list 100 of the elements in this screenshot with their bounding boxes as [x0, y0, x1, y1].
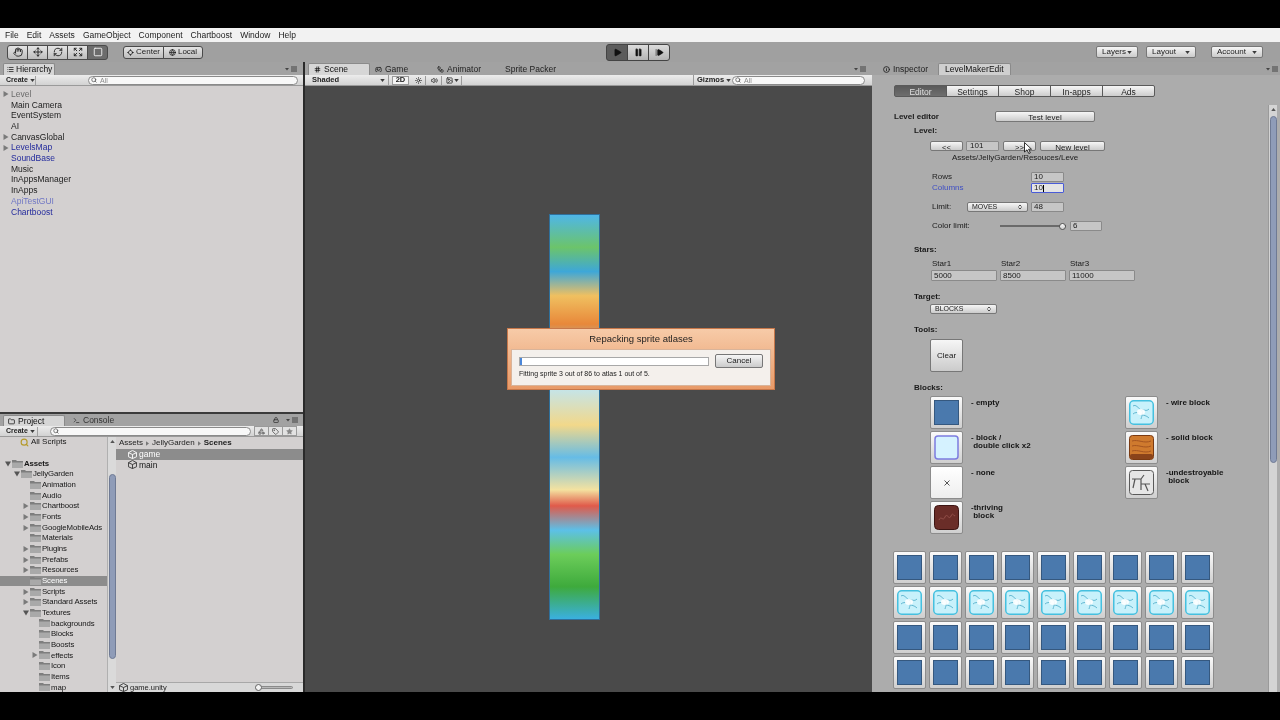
grid-cell[interactable]	[893, 551, 926, 584]
grid-cell[interactable]	[1109, 551, 1142, 584]
grid-cell[interactable]	[929, 656, 962, 689]
step-button[interactable]	[648, 43, 670, 61]
grid-cell[interactable]	[929, 551, 962, 584]
panel-tab[interactable]: LevelMakerEdit	[937, 63, 1011, 75]
grid-cell[interactable]	[965, 551, 998, 584]
solid-block-button[interactable]	[1125, 431, 1158, 464]
hierarchy-item[interactable]: CanvasGlobal	[0, 131, 303, 143]
section-tab[interactable]: In-apps	[1050, 85, 1103, 97]
lighting-button[interactable]	[412, 75, 426, 85]
grid-cell[interactable]	[1073, 621, 1106, 654]
grid-cell[interactable]	[1109, 621, 1142, 654]
menu-item[interactable]: Window	[240, 30, 271, 40]
menu-item[interactable]: GameObject	[82, 30, 131, 40]
hierarchy-item[interactable]: LevelsMap	[0, 142, 303, 154]
breadcrumb-link[interactable]: JellyGarden	[152, 437, 195, 449]
block-button[interactable]	[930, 431, 963, 464]
toolbar-dropdown[interactable]: Layers	[1096, 46, 1138, 58]
tree-arrow-icon[interactable]	[14, 471, 20, 478]
scrollbar-thumb[interactable]	[108, 474, 116, 659]
panel-tab[interactable]: Sprite Packer	[500, 63, 564, 75]
hierarchy-item[interactable]: Level	[0, 89, 303, 100]
grid-cell[interactable]	[1001, 551, 1034, 584]
menu-item[interactable]: Assets	[49, 30, 75, 40]
hierarchy-item[interactable]: SoundBase	[0, 153, 303, 164]
new-level-button[interactable]: New level	[1040, 141, 1105, 151]
panel-menu-icon[interactable]	[1266, 65, 1278, 72]
tree-arrow-icon[interactable]	[3, 134, 9, 141]
toolbar-dropdown[interactable]: Layout	[1146, 46, 1196, 58]
number-field[interactable]: 11000	[1069, 270, 1135, 281]
grid-cell[interactable]	[1001, 586, 1034, 619]
number-field[interactable]: 10	[1031, 183, 1064, 193]
menu-item[interactable]: Component	[138, 30, 183, 40]
favorite-button[interactable]	[282, 426, 297, 436]
tree-arrow-icon[interactable]	[23, 513, 29, 520]
panel-tab[interactable]: Scene	[308, 63, 370, 75]
grid-cell[interactable]	[965, 656, 998, 689]
grid-cell[interactable]	[1109, 586, 1142, 619]
hierarchy-item[interactable]: Chartboost	[0, 206, 303, 218]
grid-cell[interactable]	[1181, 656, 1214, 689]
audio-button[interactable]	[428, 75, 442, 85]
scrollbar[interactable]	[107, 437, 116, 692]
section-tab[interactable]: Settings	[946, 85, 999, 97]
tree-arrow-icon[interactable]	[3, 91, 9, 98]
scrollbar-thumb[interactable]	[1269, 116, 1277, 463]
section-tab[interactable]: Shop	[998, 85, 1051, 97]
breadcrumb-link[interactable]: Scenes	[203, 437, 232, 449]
hierarchy-item[interactable]: InApps	[0, 185, 303, 196]
tree-arrow-icon[interactable]	[23, 545, 29, 552]
grid-cell[interactable]	[1001, 621, 1034, 654]
local-button[interactable]: Local	[163, 45, 203, 59]
slider-thumb[interactable]	[255, 684, 262, 691]
grid-cell[interactable]	[1109, 656, 1142, 689]
test-level-button[interactable]: Test level	[995, 111, 1095, 122]
grid-cell[interactable]	[1181, 621, 1214, 654]
search-field[interactable]	[50, 426, 251, 436]
grid-cell[interactable]	[1181, 586, 1214, 619]
tree-arrow-icon[interactable]	[23, 503, 29, 510]
grid-cell[interactable]	[893, 586, 926, 619]
grid-cell[interactable]	[893, 621, 926, 654]
number-field[interactable]: 10	[1031, 172, 1064, 182]
grid-cell[interactable]	[1037, 656, 1070, 689]
thriving-block-button[interactable]	[930, 501, 963, 534]
grid-cell[interactable]	[1145, 551, 1178, 584]
rotate-tool-button[interactable]	[47, 44, 68, 60]
hierarchy-item[interactable]: EventSystem	[0, 110, 303, 122]
grid-cell[interactable]	[1181, 551, 1214, 584]
section-tab[interactable]: Ads	[1102, 85, 1155, 97]
favorite-item[interactable]: All Scripts	[0, 437, 107, 448]
scroll-down-arrow-icon[interactable]	[109, 686, 115, 689]
tree-arrow-icon[interactable]	[23, 599, 29, 606]
pause-button[interactable]	[627, 43, 649, 61]
tree-arrow-icon[interactable]	[23, 588, 29, 595]
grid-cell[interactable]	[1001, 656, 1034, 689]
section-tab[interactable]: Editor	[894, 85, 947, 97]
hierarchy-item[interactable]: InAppsManager	[0, 174, 303, 186]
hand-tool-button[interactable]	[7, 44, 28, 60]
scale-tool-button[interactable]	[67, 44, 88, 60]
panel-menu-icon[interactable]	[286, 417, 298, 423]
scrollbar[interactable]	[1268, 105, 1277, 692]
empty-block-button[interactable]	[930, 396, 963, 429]
tree-arrow-icon[interactable]	[23, 524, 29, 531]
grid-cell[interactable]	[1145, 586, 1178, 619]
hierarchy-item[interactable]: Music	[0, 163, 303, 175]
tree-arrow-icon[interactable]	[5, 460, 11, 467]
grid-cell[interactable]	[929, 621, 962, 654]
grid-cell[interactable]	[1037, 586, 1070, 619]
number-field[interactable]: 6	[1070, 221, 1102, 231]
move-tool-button[interactable]	[27, 44, 48, 60]
toolbar-dropdown[interactable]: Account	[1211, 46, 1263, 58]
color-limit-slider[interactable]	[1000, 222, 1066, 230]
panel-tab[interactable]: Animator	[432, 63, 500, 75]
tree-arrow-icon[interactable]	[32, 652, 38, 659]
grid-cell[interactable]	[1145, 621, 1178, 654]
tree-arrow-icon[interactable]	[23, 556, 29, 563]
tree-arrow-icon[interactable]	[23, 609, 29, 616]
menu-item[interactable]: Edit	[26, 30, 42, 40]
slider-thumb[interactable]	[1059, 222, 1066, 230]
scroll-up-arrow-icon[interactable]	[1270, 108, 1276, 111]
